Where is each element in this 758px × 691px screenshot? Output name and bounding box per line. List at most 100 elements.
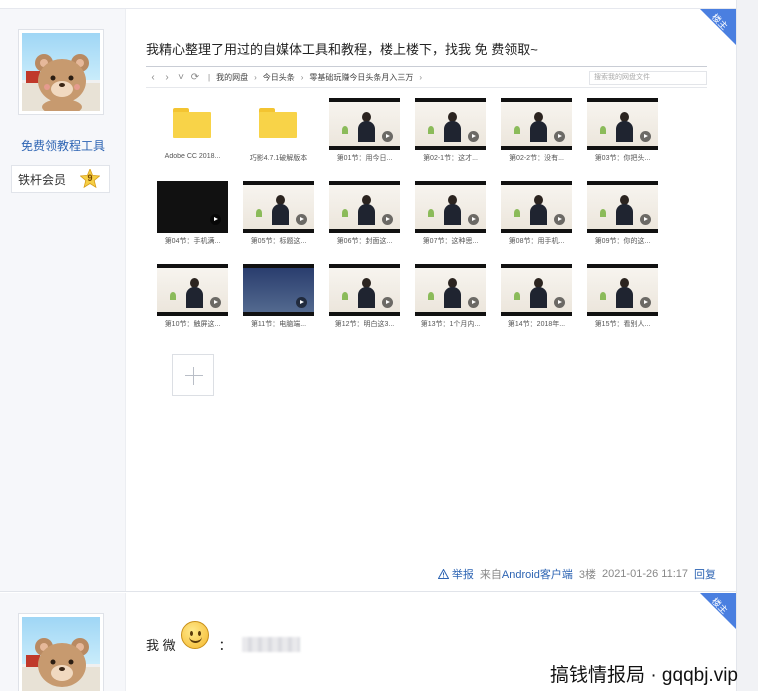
video-thumbnail (587, 181, 658, 233)
play-icon (382, 131, 393, 142)
report-label: 举报 (451, 569, 474, 581)
author-sidebar: 免费领教程工具 铁杆会员 9 (0, 9, 126, 591)
level-star-icon[interactable]: 9 (79, 167, 101, 189)
play-icon (382, 214, 393, 225)
play-icon (296, 214, 307, 225)
file-name-label: 第10节：触屏这... (164, 321, 221, 328)
video-thumbnail (157, 181, 228, 233)
play-icon (468, 297, 479, 308)
post-body-prefix: 我 微 (146, 638, 176, 653)
breadcrumb-item: 今日头条 (262, 72, 295, 82)
file-name-label: 第13节：1个月内... (420, 321, 481, 328)
report-link[interactable]: 举报 (437, 566, 474, 582)
thread-starter-badge: 楼主 (700, 593, 736, 629)
folder-icon (243, 98, 314, 150)
back-arrow-icon: ‹ (151, 71, 155, 83)
play-icon (554, 297, 565, 308)
member-rank-box: 铁杆会员 9 (11, 165, 110, 193)
file-name-label: 第01节：用今日... (336, 155, 393, 162)
file-name-label: 第05节：标题这... (250, 238, 307, 245)
video-thumbnail (243, 181, 314, 233)
file-name-label: 第07节：这种思... (422, 238, 479, 245)
source-prefix: 来自 (479, 569, 502, 581)
netdisk-search-box: 搜索我的网盘文件 (589, 71, 707, 85)
avatar[interactable] (18, 613, 104, 691)
author-username-link[interactable]: 免费领教程工具 (0, 137, 126, 154)
file-name-label: 第15节：看别人... (594, 321, 651, 328)
page: 免费领教程工具 铁杆会员 9 楼主 我精心整理了用过的自媒体工具和教程，楼上楼下… (0, 0, 758, 691)
reply-link[interactable]: 回复 (694, 566, 716, 582)
play-icon (640, 214, 651, 225)
post-body-colon: ： (218, 638, 232, 653)
video-thumbnail (587, 98, 658, 150)
video-thumbnail (415, 264, 486, 316)
video-thumbnail (243, 264, 314, 316)
floor-number: 3楼 (578, 569, 596, 581)
play-icon (554, 214, 565, 225)
file-name-label: 第02-1节：这才... (423, 155, 478, 162)
video-thumbnail (587, 264, 658, 316)
play-icon (210, 214, 221, 225)
thread-starter-badge-label: 楼主 (709, 595, 730, 616)
video-thumbnail (501, 264, 572, 316)
avatar[interactable] (18, 29, 104, 115)
video-thumbnail (501, 181, 572, 233)
member-level-number: 9 (87, 173, 93, 183)
author-sidebar (0, 593, 126, 691)
bear-icon (22, 54, 100, 111)
top-divider (0, 0, 736, 9)
netdisk-nav-bar: ‹ › ˅ ⟳ | 我的网盘 › 今日头条 › 零基础玩赚今日头条月入三万 › … (146, 66, 707, 88)
file-name-label: 第08节：用手机... (508, 238, 565, 245)
play-icon (640, 131, 651, 142)
post-floor-3: 免费领教程工具 铁杆会员 9 楼主 我精心整理了用过的自媒体工具和教程，楼上楼下… (0, 9, 736, 592)
file-name-label: 第12节：明白这3... (334, 321, 395, 328)
thread-starter-badge: 楼主 (700, 9, 736, 45)
play-icon (468, 131, 479, 142)
file-name-label: 第14节：2018年... (507, 321, 566, 328)
bear-avatar-image (22, 33, 100, 111)
file-name-label: 巧影4.7.1破解版本 (249, 155, 308, 162)
video-thumbnail (415, 181, 486, 233)
post-body-text: 我 微 ： (146, 620, 300, 654)
post-meta-bar: 举报 来自Android客户端 3楼 2021-01-26 11:17 回复 (437, 566, 716, 582)
breadcrumb-item: 我的网盘 (216, 72, 249, 82)
file-name-label: Adobe CC 2018... (164, 153, 221, 160)
bear-avatar-image (22, 617, 100, 691)
warning-icon (437, 568, 450, 579)
source-client-link[interactable]: Android客户端 (502, 569, 573, 581)
video-thumbnail (157, 264, 228, 316)
forward-arrow-icon: › (165, 71, 169, 83)
file-name-label: 第02-2节：没有... (509, 155, 564, 162)
play-icon (382, 297, 393, 308)
chevron-down-icon: ˅ (178, 71, 184, 83)
play-icon (554, 131, 565, 142)
breadcrumb-item: 零基础玩赚今日头条月入三万 (309, 72, 414, 82)
video-thumbnail (415, 98, 486, 150)
post-source: 来自Android客户端 (480, 566, 573, 582)
video-thumbnail (329, 264, 400, 316)
file-name-label: 第09节：你的这... (594, 238, 651, 245)
file-name-label: 第03节：你把头... (594, 155, 651, 162)
member-rank-label: 铁杆会员 (18, 172, 67, 187)
file-name-label: 第04节：手机满... (164, 238, 221, 245)
refresh-icon: ⟳ (190, 71, 200, 83)
post-timestamp: 2021-01-26 11:17 (601, 568, 688, 580)
file-name-label: 第06节：封面这... (336, 238, 393, 245)
blurred-contact-id (241, 637, 300, 652)
watermark-text: 搞钱情报局 · gqqbj.vip (550, 665, 738, 686)
smiley-emoji-icon (180, 620, 209, 649)
play-icon (640, 297, 651, 308)
file-name-label: 第11节：电脑端... (250, 321, 307, 328)
video-thumbnail (329, 181, 400, 233)
thread-starter-badge-label: 楼主 (709, 11, 730, 32)
add-file-icon (172, 354, 214, 396)
post-content: 楼主 我精心整理了用过的自媒体工具和教程，楼上楼下，找我 免 费领取~ ‹ › … (126, 9, 736, 591)
video-thumbnail (501, 98, 572, 150)
netdisk-screenshot-image[interactable]: ‹ › ˅ ⟳ | 我的网盘 › 今日头条 › 零基础玩赚今日头条月入三万 › … (146, 66, 707, 397)
right-scroll-gutter[interactable] (736, 0, 758, 691)
folder-icon (157, 98, 228, 150)
play-icon (468, 214, 479, 225)
bear-icon (22, 638, 100, 691)
play-icon (296, 297, 307, 308)
play-icon (210, 297, 221, 308)
